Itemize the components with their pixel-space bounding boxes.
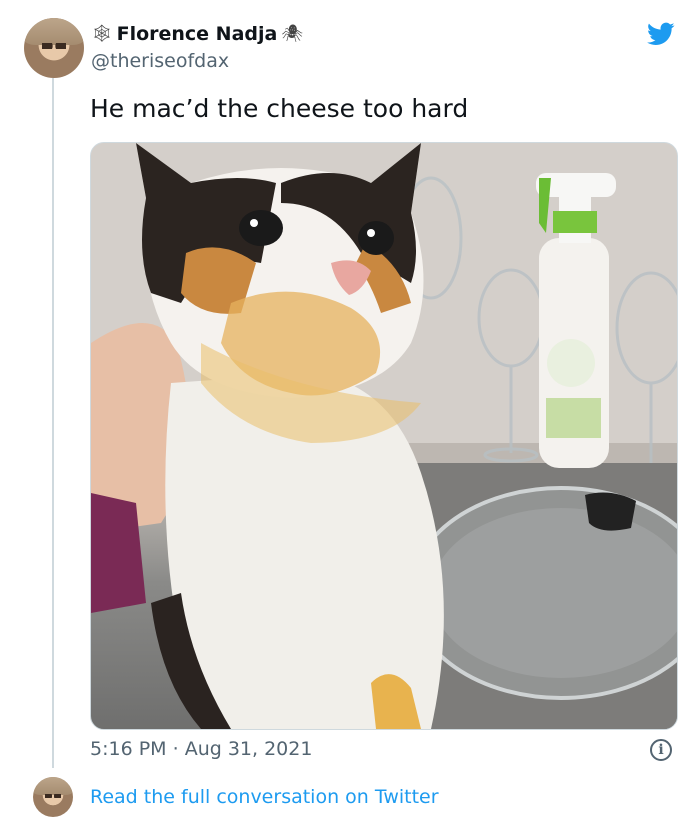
author-name-row[interactable]: 🕸 Florence Nadja 🕷 [91,20,303,48]
tweet-date: Aug 31, 2021 [184,738,313,760]
tweet-photo[interactable] [90,142,678,730]
thread-line [52,78,54,768]
tweet-timestamp[interactable]: 5:16 PM · Aug 31, 2021 [90,738,312,760]
spider-emoji: 🕷 [281,23,303,44]
twitter-bird-icon[interactable] [645,20,677,48]
cat-photo-illustration [91,143,677,729]
author-avatar[interactable] [24,18,84,78]
author-block: 🕸 Florence Nadja 🕷 @theriseofdax [91,20,303,72]
reply-avatar[interactable] [33,777,73,817]
author-handle[interactable]: @theriseofdax [91,50,303,72]
info-icon[interactable]: i [650,739,672,761]
meta-separator: · [172,738,179,760]
tweet-time: 5:16 PM [90,738,167,760]
spiderweb-emoji: 🕸 [91,23,113,44]
tweet-text: He mac’d the cheese too hard [90,94,469,123]
read-conversation-link[interactable]: Read the full conversation on Twitter [90,786,439,808]
author-name[interactable]: Florence Nadja [117,23,278,45]
